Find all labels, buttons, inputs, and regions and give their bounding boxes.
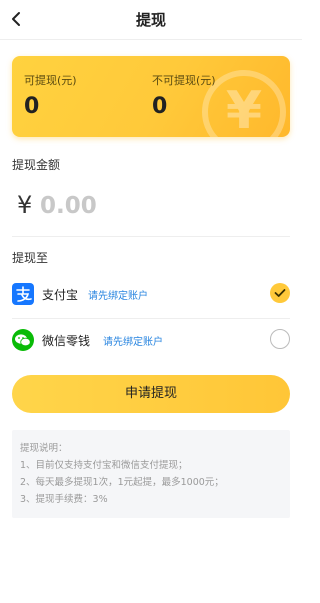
wechat-radio-unchecked[interactable] [270,329,290,349]
note-line: 3、提现手续费：3% [20,494,108,505]
available-balance-label: 可提现(元) [24,74,77,87]
navigation-bar: 提现 [0,0,302,40]
withdraw-notes: 提现说明： 1、目前仅支持支付宝和微信支付提现； 2、每天最多提现1次，1元起提… [12,430,290,518]
balance-card: ¥ 可提现(元) 0 不可提现(元) 0 [12,56,290,137]
amount-input[interactable] [40,190,240,222]
notes-title: 提现说明： [20,443,68,454]
unavailable-balance-value: 0 [152,94,168,119]
wechat-icon [12,329,34,351]
payment-option-wechat[interactable]: 微信零钱 请先绑定账户 [12,326,290,356]
alipay-name: 支付宝 [42,288,79,302]
alipay-icon [12,283,34,305]
wechat-name: 微信零钱 [42,334,91,348]
amount-row: ¥ [12,188,290,226]
destination-label: 提现至 [12,251,49,265]
payment-option-alipay[interactable]: 支付宝 请先绑定账户 [12,280,290,310]
divider [12,236,290,237]
amount-label: 提现金额 [12,158,61,172]
note-line: 1、目前仅支持支付宝和微信支付提现； [20,460,188,471]
unavailable-balance-label: 不可提现(元) [152,74,216,87]
divider [12,318,290,319]
page-title: 提现 [135,11,166,29]
alipay-radio-checked[interactable] [270,283,290,303]
wechat-bind-link[interactable]: 请先绑定账户 [103,333,163,348]
alipay-bind-link[interactable]: 请先绑定账户 [88,287,148,302]
apply-withdraw-button[interactable]: 申请提现 [12,375,290,413]
available-balance-value: 0 [24,94,40,119]
note-line: 2、每天最多提现1次，1元起提，最多1000元； [20,477,224,488]
currency-symbol: ¥ [17,191,33,219]
